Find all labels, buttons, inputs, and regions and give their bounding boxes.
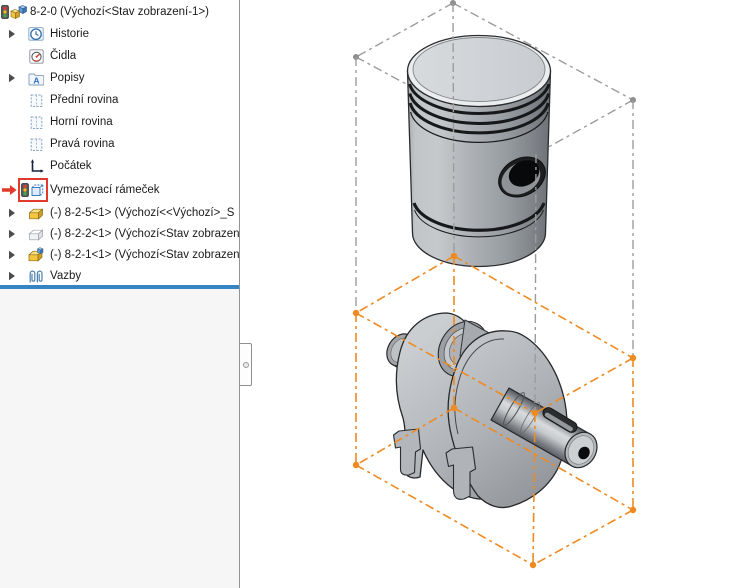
panel-collapse-handle[interactable] [240,343,252,386]
expand-arrow-icon[interactable] [7,73,16,83]
tree-item-label: Vymezovací rámeček [50,183,160,196]
tree-item-label: Horní rovina [50,116,113,128]
bounding-box-icon [31,184,44,196]
expand-arrow-icon[interactable] [7,250,16,260]
expand-arrow-icon[interactable] [7,29,16,39]
part-with-cube-icon [27,247,45,262]
tree-item-label: Pravá rovina [50,138,115,150]
plane-icon [27,93,45,108]
crankshaft-model[interactable] [381,312,603,509]
history-icon [27,26,45,42]
tree-item-cidla[interactable]: Čidla [0,45,239,67]
feature-tree: 8-2-0 (Výchozí<Stav zobrazení-1>) Histor… [0,1,239,286]
tree-item-vymezovaci-ramecek[interactable]: Vymezovací rámeček [0,177,239,202]
tree-item-component-8-2-2[interactable]: (-) 8-2-2<1> (Výchozí<Stav zobrazen [0,223,239,244]
expand-arrow-icon[interactable] [7,271,16,281]
tree-item-predni-rovina[interactable]: Přední rovina [0,89,239,111]
annotation-arrow-icon [2,184,17,196]
hidden-part-icon [27,227,45,241]
piston-model[interactable] [406,34,553,268]
panel-empty-area [0,289,239,588]
tree-item-pocatek[interactable]: Počátek [0,155,239,177]
tree-item-label: Popisy [50,72,85,84]
tree-item-label: Vazby [50,269,82,282]
panel-border [239,0,240,588]
tree-item-label: (-) 8-2-2<1> (Výchozí<Stav zobrazen [50,227,239,240]
origin-icon [27,158,45,174]
collapse-handle-dot [242,361,249,368]
expand-arrow-icon[interactable] [7,208,16,218]
plane-icon [27,137,45,152]
mates-paperclip-icon [27,269,45,283]
tree-item-prava-rovina[interactable]: Pravá rovina [0,133,239,155]
tree-item-label: Přední rovina [50,94,119,106]
tree-item-label: Počátek [50,160,92,172]
tree-item-label: (-) 8-2-5<1> (Výchozí<<Výchozí>_S [50,206,235,219]
part-icon [27,206,45,220]
svg-text:A: A [33,75,39,85]
tree-item-historie[interactable]: Historie [0,23,239,45]
tree-item-label: (-) 8-2-1<1> (Výchozí<Stav zobrazen [50,248,239,261]
tree-item-horni-rovina[interactable]: Horní rovina [0,111,239,133]
tree-item-root-assembly[interactable]: 8-2-0 (Výchozí<Stav zobrazení-1>) [0,1,239,23]
traffic-light-icon [0,5,9,19]
traffic-light-icon [21,182,29,197]
tree-item-vazby[interactable]: Vazby [0,265,239,286]
tree-item-component-8-2-5[interactable]: (-) 8-2-5<1> (Výchozí<<Výchozí>_S [0,202,239,223]
feature-manager-panel: 8-2-0 (Výchozí<Stav zobrazení-1>) Histor… [0,0,240,588]
tree-item-component-8-2-1[interactable]: (-) 8-2-1<1> (Výchozí<Stav zobrazen [0,244,239,265]
plane-icon [27,115,45,130]
tree-item-popisy[interactable]: A Popisy [0,67,239,89]
annotations-icon: A [27,71,45,86]
tree-item-label: 8-2-0 (Výchozí<Stav zobrazení-1>) [30,6,209,18]
annotation-highlight-box [18,177,48,202]
tree-item-label: Historie [50,28,89,40]
sensors-icon [27,48,45,64]
solidworks-window: 8-2-0 (Výchozí<Stav zobrazení-1>) Histor… [0,0,750,588]
expand-arrow-icon[interactable] [7,229,16,239]
tree-item-label: Čidla [50,50,77,62]
assembly-icon [10,4,27,20]
